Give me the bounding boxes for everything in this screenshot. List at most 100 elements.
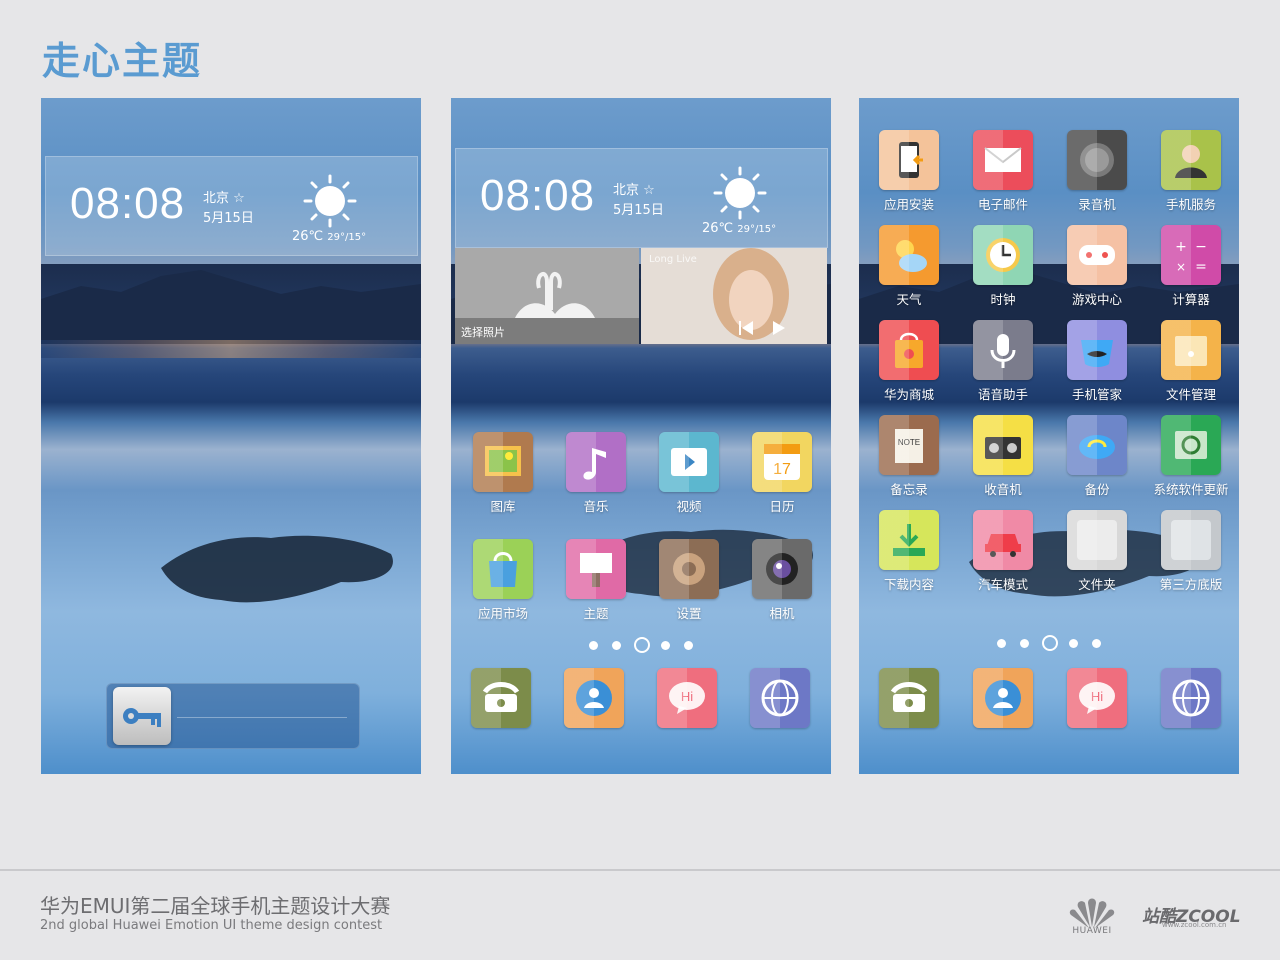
huawei-brand-text: HUAWEI [1072, 926, 1112, 936]
temp-range: 29°/15° [327, 232, 367, 243]
music-icon[interactable] [566, 432, 626, 492]
app-label: 第三方底版 [1159, 577, 1223, 592]
backup-icon[interactable] [1067, 415, 1127, 475]
music-controls [739, 321, 785, 335]
theme-icon[interactable] [566, 539, 626, 599]
app-label: 游戏中心 [1071, 292, 1122, 307]
page-indicator[interactable] [451, 636, 831, 656]
app-label: 文件管理 [1165, 387, 1216, 402]
unlock-slider[interactable] [106, 683, 360, 749]
app-label: 电子邮件 [977, 197, 1028, 212]
play-icon [773, 321, 785, 335]
date-label: 5月15日 [613, 203, 664, 218]
zcool-url: www.zcool.com.cn [1162, 921, 1227, 929]
phone-manager-icon[interactable] [1067, 320, 1127, 380]
email-icon[interactable] [973, 130, 1033, 190]
app-label: 音乐 [583, 499, 609, 514]
footer-divider [0, 869, 1280, 871]
app-market-icon[interactable] [473, 539, 533, 599]
messages-icon[interactable]: Hi [657, 668, 717, 728]
homescreen-1-phone: 08:08 北京 ☆ 5月15日 26℃ 29°/15° 选择照片 Long L… [451, 98, 831, 774]
browser-icon[interactable] [750, 668, 810, 728]
temp-main: 26℃ [702, 221, 734, 236]
radio-icon[interactable] [973, 415, 1033, 475]
app-label: 主题 [583, 606, 609, 621]
third-party-base-icon[interactable] [1161, 510, 1221, 570]
recorder-icon[interactable] [1067, 130, 1127, 190]
music-widget[interactable]: Long Live [641, 248, 827, 344]
page-dot[interactable] [661, 641, 670, 650]
app-label: 录音机 [1078, 197, 1116, 212]
file-manager-icon[interactable] [1161, 320, 1221, 380]
page-dot[interactable] [997, 639, 1006, 648]
app-label: 时钟 [990, 292, 1016, 307]
voice-assistant-icon[interactable] [973, 320, 1033, 380]
app-label: 应用市场 [477, 606, 528, 621]
city-lights [41, 340, 421, 358]
clock-icon[interactable] [973, 225, 1033, 285]
app-install-icon[interactable] [879, 130, 939, 190]
temp-main: 26℃ [292, 229, 324, 244]
page-dot[interactable] [1092, 639, 1101, 648]
app-label: 天气 [896, 292, 922, 307]
memo-icon[interactable]: NOTE [879, 415, 939, 475]
system-update-icon[interactable] [1161, 415, 1221, 475]
huawei-store-icon[interactable] [879, 320, 939, 380]
gallery-icon[interactable] [473, 432, 533, 492]
app-label: 手机服务 [1165, 197, 1216, 212]
unlock-track [177, 717, 347, 718]
app-label: 备忘录 [890, 482, 928, 497]
page-dot-active[interactable] [1042, 635, 1058, 651]
temperature: 26℃ 29°/15° [292, 229, 366, 244]
page-dot-active[interactable] [634, 637, 650, 653]
contacts-icon[interactable] [564, 668, 624, 728]
weather-icon[interactable] [879, 225, 939, 285]
clock-time: 08:08 [480, 171, 596, 220]
page-dot[interactable] [1069, 639, 1078, 648]
rock-island [161, 535, 393, 603]
app-label: 收音机 [984, 482, 1022, 497]
photo-widget[interactable]: 选择照片 [455, 248, 639, 344]
calendar-icon[interactable]: 17 [752, 432, 812, 492]
app-label: 图库 [490, 499, 516, 514]
app-label: 备份 [1084, 482, 1110, 497]
game-center-icon[interactable] [1067, 225, 1127, 285]
app-label: 日历 [769, 499, 795, 514]
app-label: 语音助手 [977, 387, 1028, 402]
app-label: 计算器 [1172, 292, 1210, 307]
phone-service-icon[interactable] [1161, 130, 1221, 190]
homescreen-2-phone: 应用安装 电子邮件 录音机 手机服务天气 时钟 游戏中心 +−×= 计算器华为商城 语音助手 手机… [859, 98, 1239, 774]
app-label: 文件夹 [1078, 577, 1116, 592]
page-indicator[interactable] [859, 634, 1239, 654]
key-icon [123, 708, 161, 727]
page-dot[interactable] [589, 641, 598, 650]
app-label: 系统软件更新 [1153, 482, 1229, 497]
clock-weather-widget[interactable]: 08:08 北京 ☆ 5月15日 26℃ 29°/15° [45, 156, 418, 256]
messages-icon[interactable]: Hi [1067, 668, 1127, 728]
app-label: 视频 [676, 499, 702, 514]
car-mode-icon[interactable] [973, 510, 1033, 570]
page-dot[interactable] [612, 641, 621, 650]
temperature: 26℃ 29°/15° [702, 221, 776, 236]
lockscreen-phone: 08:08 北京 ☆ 5月15日 26℃ 29°/15° [41, 98, 421, 774]
browser-icon[interactable] [1161, 668, 1221, 728]
contacts-icon[interactable] [973, 668, 1033, 728]
unlock-handle[interactable] [113, 687, 171, 745]
phone-icon[interactable] [879, 668, 939, 728]
prev-icon [739, 321, 741, 335]
folder-icon[interactable] [1067, 510, 1127, 570]
settings-icon[interactable] [659, 539, 719, 599]
date-label: 5月15日 [203, 211, 254, 226]
downloads-icon[interactable] [879, 510, 939, 570]
sun-icon [303, 174, 357, 228]
page-title: 走心主题 [42, 39, 203, 83]
app-label: 汽车模式 [977, 577, 1028, 592]
page-dot[interactable] [684, 641, 693, 650]
phone-icon[interactable] [471, 668, 531, 728]
clock-time: 08:08 [70, 179, 186, 228]
page-dot[interactable] [1020, 639, 1029, 648]
camera-icon[interactable] [752, 539, 812, 599]
clock-weather-widget[interactable]: 08:08 北京 ☆ 5月15日 26℃ 29°/15° [455, 148, 828, 248]
calculator-icon[interactable]: +−×= [1161, 225, 1221, 285]
video-icon[interactable] [659, 432, 719, 492]
